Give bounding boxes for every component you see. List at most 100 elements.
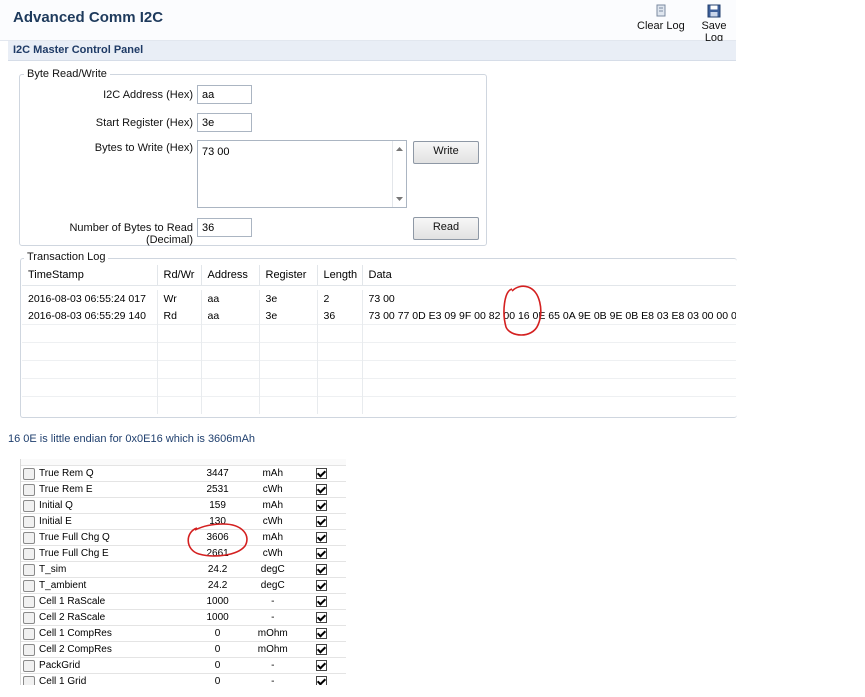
scroll-up-icon[interactable] bbox=[393, 143, 406, 155]
register-checkbox[interactable] bbox=[297, 625, 346, 642]
register-checkbox[interactable] bbox=[297, 513, 346, 530]
register-name: Cell 1 CompRes bbox=[37, 625, 188, 642]
checkbox-icon[interactable] bbox=[316, 467, 328, 479]
register-checkbox[interactable] bbox=[297, 577, 346, 594]
checkbox-icon[interactable] bbox=[316, 643, 328, 655]
annotation-circle-full-chg-q bbox=[187, 523, 248, 557]
register-checkbox[interactable] bbox=[297, 545, 346, 562]
checkbox-icon[interactable] bbox=[316, 547, 328, 559]
register-unit: cWh bbox=[247, 545, 298, 562]
lock-icon[interactable] bbox=[21, 577, 38, 594]
log-cell: 3e bbox=[259, 307, 318, 325]
textarea-scrollbar[interactable] bbox=[392, 141, 406, 207]
table-row[interactable]: Cell 1 Grid 0 - bbox=[21, 673, 346, 685]
register-checkbox[interactable] bbox=[297, 641, 346, 658]
lock-icon[interactable] bbox=[21, 593, 38, 610]
lock-icon[interactable] bbox=[21, 497, 38, 514]
checkbox-icon[interactable] bbox=[316, 595, 328, 607]
table-row[interactable]: T_sim 24.2 degC bbox=[21, 561, 346, 578]
register-grid[interactable]: True Rem Q 3447 mAh True Rem E 2531 cWh … bbox=[20, 459, 346, 685]
lock-icon[interactable] bbox=[21, 609, 38, 626]
register-name: Cell 1 RaScale bbox=[37, 593, 188, 610]
lock-icon[interactable] bbox=[21, 529, 38, 546]
table-row[interactable]: Initial Q 159 mAh bbox=[21, 497, 346, 514]
endian-note: 16 0E is little endian for 0x0E16 which … bbox=[8, 433, 256, 445]
col-rdwr[interactable]: Rd/Wr bbox=[157, 265, 202, 286]
col-timestamp[interactable]: TimeStamp bbox=[22, 265, 158, 286]
table-row[interactable]: Cell 2 RaScale 1000 - bbox=[21, 609, 346, 626]
log-cell: aa bbox=[201, 290, 260, 307]
i2c-address-input[interactable]: aa bbox=[197, 85, 252, 104]
table-row[interactable]: Cell 1 CompRes 0 mOhm bbox=[21, 625, 346, 642]
checkbox-icon[interactable] bbox=[316, 675, 328, 685]
col-data[interactable]: Data bbox=[362, 265, 736, 286]
register-unit: - bbox=[247, 673, 298, 685]
register-unit: mOhm bbox=[247, 641, 298, 658]
checkbox-icon[interactable] bbox=[316, 531, 328, 543]
lock-icon[interactable] bbox=[21, 657, 38, 674]
scroll-down-icon[interactable] bbox=[393, 193, 406, 205]
checkbox-icon[interactable] bbox=[316, 611, 328, 623]
register-name: T_sim bbox=[37, 561, 188, 578]
register-table[interactable]: True Rem Q 3447 mAh True Rem E 2531 cWh … bbox=[21, 466, 346, 685]
save-log-button[interactable]: Save Log bbox=[692, 4, 736, 44]
col-register[interactable]: Register bbox=[259, 265, 318, 286]
register-checkbox[interactable] bbox=[297, 529, 346, 546]
read-button[interactable]: Read bbox=[413, 217, 479, 240]
log-cell: 3e bbox=[259, 290, 318, 307]
lock-icon[interactable] bbox=[21, 481, 38, 498]
lock-icon[interactable] bbox=[21, 625, 38, 642]
checkbox-icon[interactable] bbox=[316, 563, 328, 575]
lock-icon[interactable] bbox=[21, 561, 38, 578]
checkbox-icon[interactable] bbox=[316, 515, 328, 527]
table-row[interactable]: Cell 2 CompRes 0 mOhm bbox=[21, 641, 346, 658]
register-checkbox[interactable] bbox=[297, 497, 346, 514]
bytes-to-read-input[interactable]: 36 bbox=[197, 218, 252, 237]
col-length[interactable]: Length bbox=[317, 265, 363, 286]
register-checkbox[interactable] bbox=[297, 593, 346, 610]
lock-icon[interactable] bbox=[21, 641, 38, 658]
log-cell: 2016-08-03 06:55:24 017 bbox=[22, 290, 158, 307]
log-cell: Wr bbox=[157, 290, 202, 307]
annotation-circle-data-bytes bbox=[503, 285, 542, 336]
checkbox-icon[interactable] bbox=[316, 499, 328, 511]
register-checkbox[interactable] bbox=[297, 466, 346, 482]
lock-icon[interactable] bbox=[21, 513, 38, 530]
checkbox-icon[interactable] bbox=[316, 579, 328, 591]
register-value: 1000 bbox=[187, 593, 248, 610]
lock-icon[interactable] bbox=[21, 466, 38, 482]
floppy-disk-icon bbox=[707, 4, 721, 18]
register-checkbox[interactable] bbox=[297, 657, 346, 674]
table-row[interactable]: True Rem E 2531 cWh bbox=[21, 481, 346, 498]
register-value: 2531 bbox=[187, 481, 248, 498]
transaction-log-table[interactable]: TimeStamp Rd/Wr Address Register Length … bbox=[22, 265, 736, 414]
register-name: T_ambient bbox=[37, 577, 188, 594]
checkbox-icon[interactable] bbox=[316, 627, 328, 639]
lock-icon[interactable] bbox=[21, 673, 38, 685]
lock-icon[interactable] bbox=[21, 545, 38, 562]
register-checkbox[interactable] bbox=[297, 481, 346, 498]
table-row[interactable]: PackGrid 0 - bbox=[21, 657, 346, 674]
table-row[interactable]: True Rem Q 3447 mAh bbox=[21, 466, 346, 482]
register-name: True Rem Q bbox=[37, 466, 188, 482]
register-value: 0 bbox=[187, 657, 248, 674]
start-register-input[interactable]: 3e bbox=[197, 113, 252, 132]
checkbox-icon[interactable] bbox=[316, 483, 328, 495]
bytes-to-write-textarea[interactable]: 73 00 bbox=[197, 140, 407, 208]
table-row[interactable]: T_ambient 24.2 degC bbox=[21, 577, 346, 594]
checkbox-icon[interactable] bbox=[316, 659, 328, 671]
table-row[interactable]: Cell 1 RaScale 1000 - bbox=[21, 593, 346, 610]
register-checkbox[interactable] bbox=[297, 609, 346, 626]
register-unit: mAh bbox=[247, 529, 298, 546]
clear-log-button[interactable]: Clear Log bbox=[637, 4, 685, 32]
register-name: PackGrid bbox=[37, 657, 188, 674]
col-address[interactable]: Address bbox=[201, 265, 260, 286]
bytes-to-write-label: Bytes to Write (Hex) bbox=[94, 142, 193, 154]
table-row[interactable]: 2016-08-03 06:55:29 140 Rd aa 3e 36 73 0… bbox=[22, 307, 736, 325]
register-checkbox[interactable] bbox=[297, 561, 346, 578]
clear-log-label: Clear Log bbox=[637, 20, 685, 32]
write-button[interactable]: Write bbox=[413, 141, 479, 164]
table-row[interactable]: 2016-08-03 06:55:24 017 Wr aa 3e 2 73 00 bbox=[22, 290, 736, 307]
log-cell: 36 bbox=[317, 307, 363, 325]
register-checkbox[interactable] bbox=[297, 673, 346, 685]
